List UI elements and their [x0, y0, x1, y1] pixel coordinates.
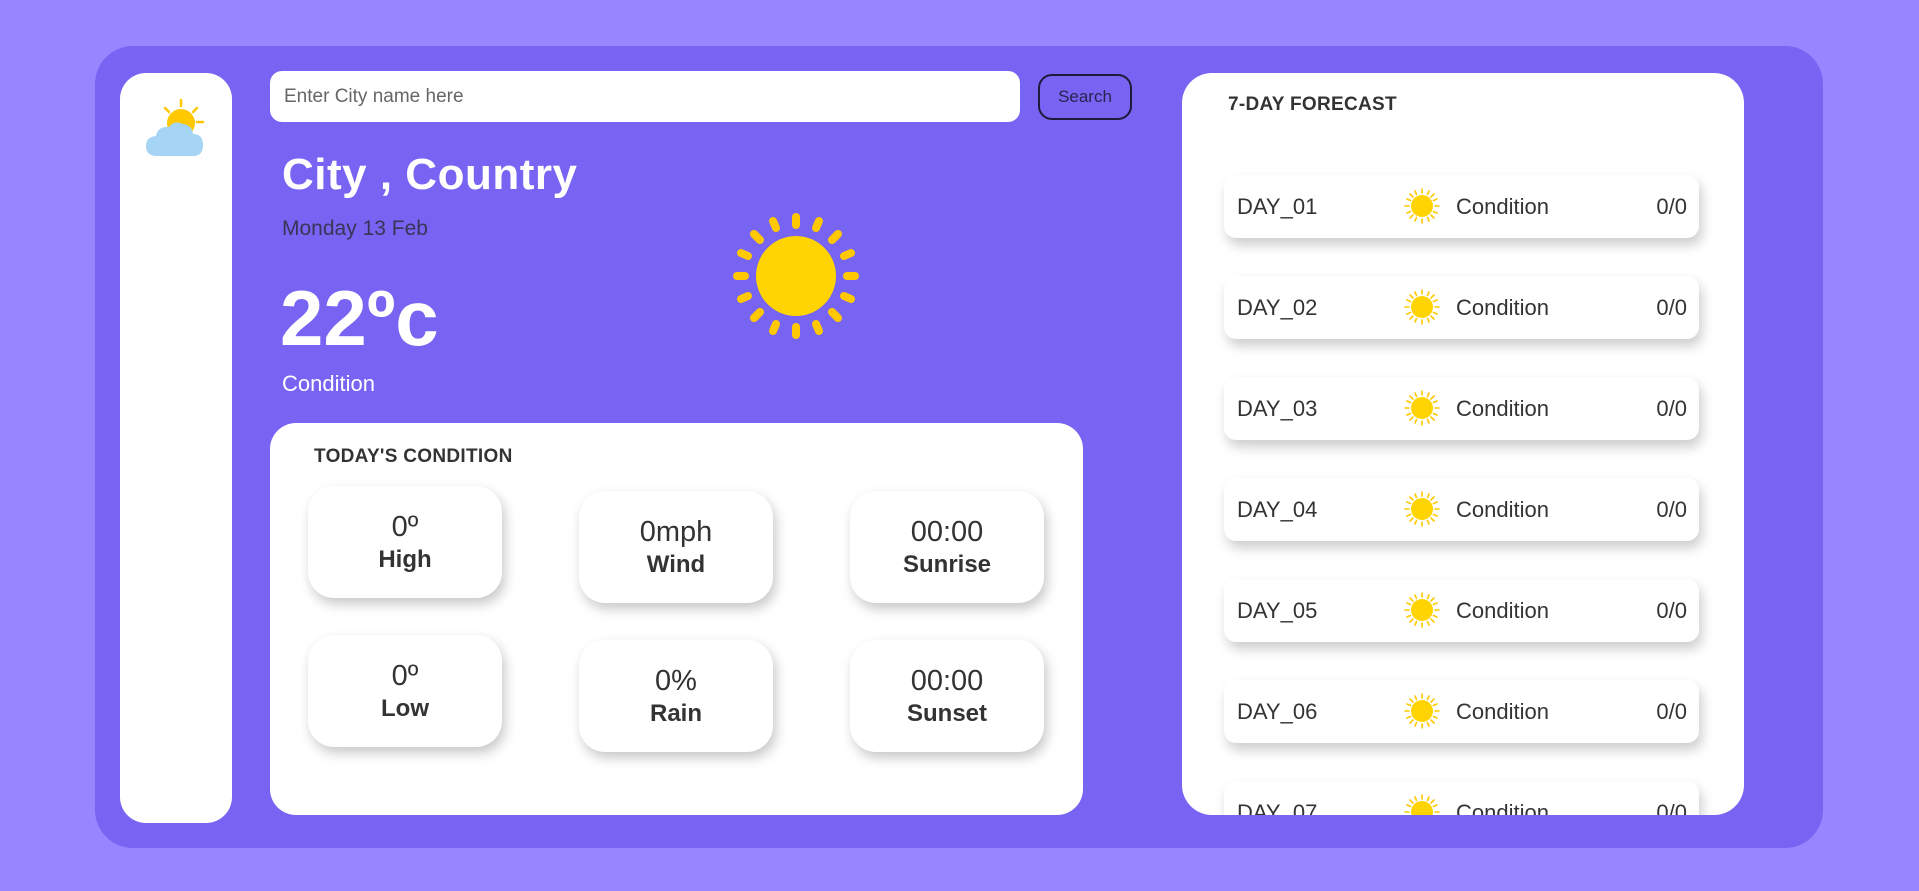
sunset-value: 00:00	[910, 665, 984, 697]
forecast-temperature: 0/0	[1656, 800, 1687, 815]
sun-icon	[1404, 794, 1440, 815]
sunset-label: Sunset	[906, 699, 987, 727]
city-country-title: City , Country	[282, 150, 578, 199]
forecast-row: DAY_05 Condition 0/0	[1224, 579, 1699, 642]
forecast-temperature: 0/0	[1656, 194, 1687, 219]
sidebar	[120, 73, 232, 823]
wind-value: 0mph	[639, 516, 713, 548]
wind-card: 0mph Wind	[579, 491, 773, 603]
forecast-row: DAY_03 Condition 0/0	[1224, 377, 1699, 440]
forecast-condition: Condition	[1456, 295, 1549, 320]
sun-icon	[1404, 491, 1440, 527]
search-button[interactable]: Search	[1038, 74, 1132, 120]
forecast-day: DAY_07	[1237, 800, 1318, 815]
city-search-input[interactable]	[270, 71, 1020, 122]
low-label: Low	[381, 694, 429, 722]
forecast-day: DAY_03	[1237, 396, 1318, 421]
forecast-condition: Condition	[1456, 800, 1549, 815]
forecast-day: DAY_02	[1237, 295, 1318, 320]
sun-icon	[1404, 390, 1440, 426]
forecast-temperature: 0/0	[1656, 699, 1687, 724]
forecast-row: DAY_04 Condition 0/0	[1224, 478, 1699, 541]
todays-condition-panel: TODAY'S CONDITION 0º High 0mph Wind 00:0…	[270, 423, 1083, 815]
sunrise-value: 00:00	[910, 516, 984, 548]
forecast-condition: Condition	[1456, 497, 1549, 522]
forecast-day: DAY_04	[1237, 497, 1318, 522]
forecast-temperature: 0/0	[1656, 497, 1687, 522]
sun-icon	[733, 213, 859, 339]
forecast-temperature: 0/0	[1656, 598, 1687, 623]
sun-icon	[1404, 693, 1440, 729]
forecast-title: 7-DAY FORECAST	[1228, 94, 1397, 115]
current-condition: Condition	[282, 371, 375, 396]
rain-value: 0%	[655, 665, 697, 697]
forecast-row: DAY_06 Condition 0/0	[1224, 680, 1699, 743]
forecast-day: DAY_01	[1237, 194, 1318, 219]
forecast-condition: Condition	[1456, 598, 1549, 623]
sunrise-card: 00:00 Sunrise	[850, 491, 1044, 603]
sunset-card: 00:00 Sunset	[850, 640, 1044, 752]
todays-condition-title: TODAY'S CONDITION	[314, 446, 513, 467]
forecast-day: DAY_05	[1237, 598, 1318, 623]
rain-label: Rain	[649, 699, 702, 727]
wind-label: Wind	[646, 550, 706, 578]
partly-cloudy-logo-icon	[146, 98, 205, 156]
current-temperature: 22ºc	[280, 274, 439, 362]
sun-icon	[1404, 592, 1440, 628]
sun-icon	[1404, 289, 1440, 325]
forecast-temperature: 0/0	[1656, 295, 1687, 320]
forecast-day: DAY_06	[1237, 699, 1318, 724]
forecast-condition: Condition	[1456, 396, 1549, 421]
seven-day-forecast-panel: 7-DAY FORECAST DAY_01 Condition 0/0 DAY_02 C…	[1182, 73, 1744, 815]
high-label: High	[378, 545, 432, 573]
sunrise-label: Sunrise	[902, 550, 992, 578]
rain-card: 0% Rain	[579, 640, 773, 752]
forecast-temperature: 0/0	[1656, 396, 1687, 421]
sun-icon	[1404, 188, 1440, 224]
forecast-row: DAY_07 Condition 0/0	[1224, 781, 1699, 815]
low-value: 0º	[391, 660, 419, 692]
forecast-condition: Condition	[1456, 194, 1549, 219]
forecast-row: DAY_02 Condition 0/0	[1224, 276, 1699, 339]
low-card: 0º Low	[308, 635, 502, 747]
weather-app: Search City , Country Monday 13 Feb 22ºc…	[95, 46, 1823, 848]
forecast-condition: Condition	[1456, 699, 1549, 724]
forecast-row: DAY_01 Condition 0/0	[1224, 175, 1699, 238]
current-date: Monday 13 Feb	[282, 217, 428, 240]
high-value: 0º	[391, 511, 419, 543]
high-card: 0º High	[308, 486, 502, 598]
